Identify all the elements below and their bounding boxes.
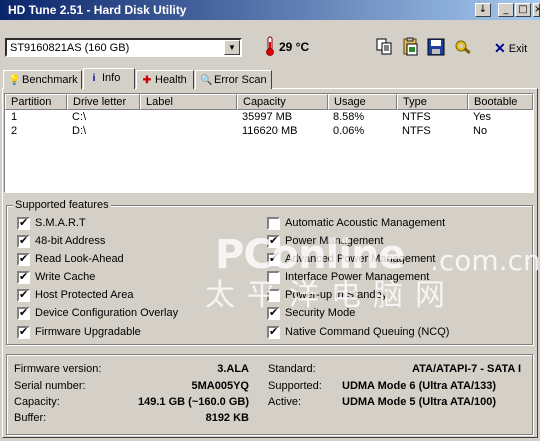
checkbox[interactable] [267, 234, 280, 248]
help-button[interactable]: ↓ [475, 3, 491, 17]
save-icon[interactable] [426, 37, 446, 57]
drive-select-value: ST9160821AS (160 GB) [10, 42, 130, 54]
options-icon[interactable] [453, 37, 473, 57]
tab-error-scan[interactable]: 🔍 Error Scan [195, 70, 272, 89]
tab-label: Health [155, 74, 187, 86]
column-header-type[interactable]: Type [397, 94, 468, 110]
tab-health[interactable]: ✚ Health [136, 70, 194, 89]
cell-partition: 2 [11, 125, 18, 137]
thermometer-icon [266, 36, 274, 56]
checkbox[interactable] [267, 325, 280, 339]
capacity-label: Capacity: [14, 396, 60, 408]
copy-screenshot-icon[interactable] [400, 37, 420, 57]
table-row[interactable]: 2 D:\ 116620 MB 0.06% NTFS No [5, 125, 533, 139]
column-header-label[interactable]: Label [140, 94, 237, 110]
checkbox[interactable] [267, 289, 280, 302]
tab-label: Benchmark [22, 74, 78, 86]
firmware-label: Firmware version: [14, 363, 102, 375]
partition-table-header: Partition Drive letter Label Capacity Us… [5, 94, 533, 110]
firmware-value: 3.ALA [217, 363, 249, 375]
error-scan-icon: 🔍 [200, 75, 213, 86]
supported-features-title: Supported features [13, 199, 111, 211]
column-header-drive-letter[interactable]: Drive letter [67, 94, 140, 110]
serial-value: 5MA005YQ [191, 380, 249, 392]
health-icon: ✚ [142, 75, 152, 86]
drive-select[interactable]: ST9160821AS (160 GB) ▼ [5, 38, 242, 57]
info-icon: i [92, 73, 96, 84]
active-value: UDMA Mode 5 (Ultra ATA/100) [342, 396, 497, 408]
close-button[interactable]: × [533, 3, 540, 17]
standard-label: Standard: [268, 363, 316, 375]
tab-label: Info [102, 72, 121, 84]
checkbox[interactable] [267, 306, 280, 320]
cell-partition: 1 [11, 111, 18, 123]
partition-table[interactable]: Partition Drive letter Label Capacity Us… [4, 93, 534, 193]
checkbox[interactable] [17, 288, 30, 302]
checkbox[interactable] [17, 306, 30, 320]
table-row[interactable]: 1 C:\ 35997 MB 8.58% NTFS Yes [5, 111, 533, 125]
serial-label: Serial number: [14, 380, 86, 392]
checkbox[interactable] [267, 217, 280, 230]
cell-usage: 0.06% [333, 125, 365, 137]
cell-capacity: 116620 MB [242, 125, 298, 137]
temperature-readout: 29 °C [279, 40, 310, 54]
standard-value: ATA/ATAPI-7 - SATA I [412, 363, 521, 375]
window-title: HD Tune 2.51 - Hard Disk Utility [8, 3, 187, 17]
benchmark-icon: 💡 [8, 75, 21, 86]
checkbox[interactable] [17, 252, 30, 266]
column-header-capacity[interactable]: Capacity [237, 94, 328, 110]
cell-drive-letter: D:\ [72, 125, 87, 137]
cell-type: NTFS [402, 125, 431, 137]
chevron-down-icon[interactable]: ▼ [224, 40, 240, 55]
tab-info[interactable]: i Info [83, 68, 135, 89]
tab-benchmark[interactable]: 💡 Benchmark [3, 70, 82, 89]
checkbox[interactable] [267, 252, 280, 266]
column-header-bootable[interactable]: Bootable [468, 94, 533, 110]
cell-usage: 8.58% [333, 111, 365, 123]
cell-bootable: No [473, 125, 488, 137]
exit-button[interactable]: ✕ Exit [494, 39, 527, 56]
buffer-value: 8192 KB [205, 412, 249, 424]
cell-capacity: 35997 MB [242, 111, 293, 123]
cell-drive-letter: C:\ [72, 111, 87, 123]
exit-label: Exit [508, 43, 528, 55]
checkbox[interactable] [17, 234, 30, 248]
copy-text-icon[interactable] [374, 37, 394, 57]
tab-label: Error Scan [214, 74, 267, 86]
checkbox[interactable] [17, 325, 30, 339]
minimize-button[interactable]: _ [498, 3, 514, 17]
maximize-button[interactable]: □ [515, 3, 531, 17]
column-header-partition[interactable]: Partition [5, 94, 67, 110]
checkbox[interactable] [267, 271, 280, 284]
exit-icon: ✕ [494, 40, 506, 56]
cell-bootable: Yes [473, 111, 491, 123]
checkbox[interactable] [17, 270, 30, 284]
title-bar[interactable]: HD Tune 2.51 - Hard Disk Utility ↓ _ □ × [0, 0, 540, 20]
cell-type: NTFS [402, 111, 431, 123]
supported-value: UDMA Mode 6 (Ultra ATA/133) [342, 380, 497, 392]
buffer-label: Buffer: [14, 412, 47, 424]
column-header-usage[interactable]: Usage [328, 94, 397, 110]
active-label: Active: [268, 396, 302, 408]
supported-label: Supported: [268, 380, 322, 392]
capacity-value: 149.1 GB (~160.0 GB) [138, 396, 249, 408]
checkbox[interactable] [17, 216, 30, 230]
